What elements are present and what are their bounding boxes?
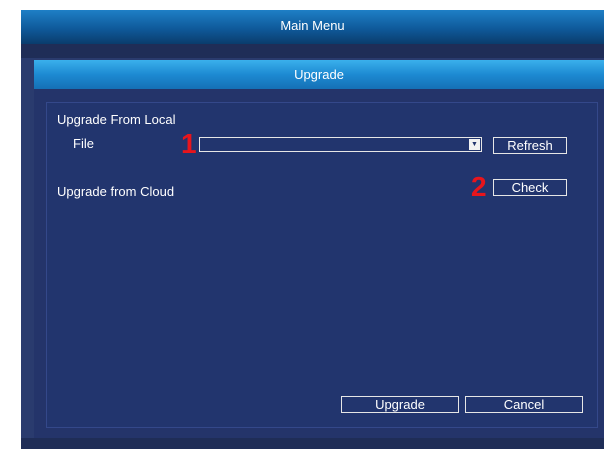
upgrade-dialog: Upgrade Upgrade From Local File 1 ▼ Refr…	[34, 60, 604, 438]
upgrade-from-local-label: Upgrade From Local	[57, 112, 176, 127]
refresh-button[interactable]: Refresh	[493, 137, 567, 154]
file-select[interactable]: ▼	[199, 137, 482, 152]
title-divider	[21, 44, 604, 58]
file-label: File	[73, 136, 94, 151]
annotation-marker-1: 1	[181, 128, 197, 159]
check-button[interactable]: Check	[493, 179, 567, 196]
upgrade-content: Upgrade From Local File 1 ▼ Refresh Upgr…	[46, 102, 598, 428]
upgrade-button[interactable]: Upgrade	[341, 396, 459, 413]
upgrade-dialog-title: Upgrade	[34, 60, 604, 89]
main-menu-window: Main Menu Upgrade Upgrade From Local Fil…	[21, 10, 604, 449]
annotation-marker-2: 2	[471, 171, 487, 202]
upgrade-from-cloud-label: Upgrade from Cloud	[57, 184, 175, 199]
main-menu-title: Main Menu	[21, 10, 604, 44]
chevron-down-icon[interactable]: ▼	[469, 139, 480, 150]
cancel-button[interactable]: Cancel	[465, 396, 583, 413]
bottom-strip	[21, 438, 604, 449]
